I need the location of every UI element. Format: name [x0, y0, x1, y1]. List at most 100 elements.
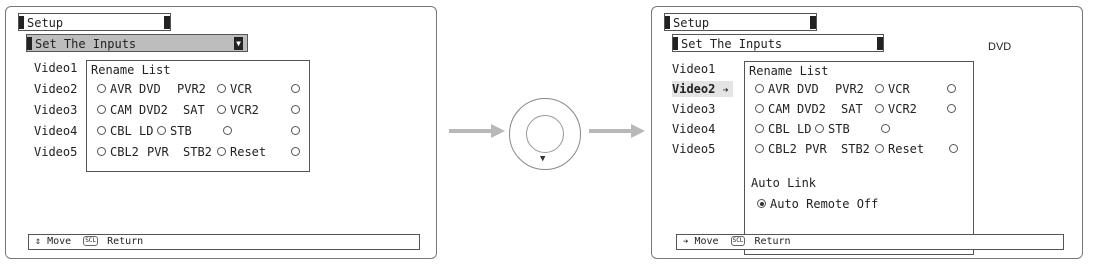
video-item-5[interactable]: Video5 [672, 141, 715, 157]
video-item-2[interactable]: Video2 [34, 81, 77, 97]
dropdown-icon[interactable]: ▼ [234, 37, 243, 50]
set-inputs-menu[interactable]: Set The Inputs [672, 34, 884, 52]
video-item-2-selected[interactable]: Video2 ➔ [672, 81, 733, 97]
header-right-marker [810, 16, 816, 29]
radio-icon[interactable] [755, 104, 764, 113]
return-label: Return [754, 236, 791, 247]
setup-header: Setup [18, 13, 171, 31]
rename-option[interactable]: STB2 [183, 145, 212, 159]
rename-option[interactable]: SAT [183, 103, 205, 117]
radio-icon[interactable] [97, 105, 106, 114]
rename-option[interactable]: DVD [797, 82, 819, 96]
video-item-2-label: Video2 [672, 82, 716, 96]
radio-selected-icon[interactable] [757, 199, 766, 208]
rename-option[interactable]: PVR2 [177, 82, 206, 96]
current-input-label: DVD [988, 41, 1012, 53]
rename-option[interactable]: CBL2 [768, 142, 797, 156]
header-left-marker [19, 16, 24, 29]
radio-icon[interactable] [881, 124, 890, 133]
video-item-3[interactable]: Video3 [34, 102, 77, 118]
rename-option[interactable]: VCR2 [230, 103, 259, 117]
radio-icon[interactable] [291, 84, 300, 93]
rename-option[interactable]: Reset [230, 145, 266, 159]
rename-option[interactable]: AVR [110, 82, 132, 96]
radio-icon[interactable] [291, 105, 300, 114]
radio-icon[interactable] [947, 84, 956, 93]
rename-option[interactable]: STB2 [841, 142, 870, 156]
auto-link-title: Auto Link [751, 176, 817, 190]
video-item-4[interactable]: Video4 [34, 123, 77, 139]
radio-icon[interactable] [949, 144, 958, 153]
rename-option[interactable]: CBL2 [110, 145, 139, 159]
radio-icon[interactable] [875, 104, 884, 113]
rename-option[interactable]: PVR2 [835, 82, 864, 96]
rename-list-title: Rename List [749, 64, 829, 78]
radio-icon[interactable] [157, 126, 166, 135]
rename-list-title: Rename List [91, 63, 171, 77]
rename-option[interactable]: CAM [768, 102, 790, 116]
auto-link-option-label: Auto Remote Off [770, 197, 879, 211]
remote-select-button [526, 115, 564, 153]
radio-icon[interactable] [97, 126, 106, 135]
rename-option[interactable]: DVD2 [139, 103, 168, 117]
select-key-icon: SCL [730, 236, 746, 246]
radio-icon[interactable] [875, 144, 884, 153]
rename-option[interactable]: STB [828, 122, 850, 136]
rename-option[interactable]: SAT [841, 102, 863, 116]
remote-down-arrow-icon: ▼ [540, 154, 546, 164]
rename-option[interactable]: LD [797, 122, 811, 136]
rename-option[interactable]: PVR [805, 142, 827, 156]
video-item-1[interactable]: Video1 [34, 60, 77, 76]
radio-icon[interactable] [217, 147, 226, 156]
right-arrow-icon [589, 124, 645, 138]
video-item-1[interactable]: Video1 [672, 61, 715, 77]
radio-icon[interactable] [755, 84, 764, 93]
header-left-marker [665, 16, 670, 29]
rename-option[interactable]: PVR [147, 145, 169, 159]
radio-icon[interactable] [875, 84, 884, 93]
radio-icon[interactable] [217, 84, 226, 93]
right-arrow-icon [449, 124, 505, 138]
rename-option[interactable]: CAM [110, 103, 132, 117]
video-item-3[interactable]: Video3 [672, 101, 715, 117]
radio-icon[interactable] [947, 104, 956, 113]
radio-icon[interactable] [97, 147, 106, 156]
radio-icon[interactable] [755, 144, 764, 153]
rename-option[interactable]: LD [139, 124, 153, 138]
rename-option[interactable]: VCR2 [888, 102, 917, 116]
rename-option[interactable]: CBL [110, 124, 132, 138]
auto-link-option[interactable]: Auto Remote Off [757, 197, 878, 211]
radio-icon[interactable] [97, 84, 106, 93]
left-tv-screen: Setup Set The Inputs ▼ Video1 Video2 Vid… [5, 6, 437, 259]
video-item-5[interactable]: Video5 [34, 144, 77, 160]
set-inputs-label: Set The Inputs [35, 37, 137, 51]
rename-option[interactable]: AVR [768, 82, 790, 96]
radio-icon[interactable] [815, 124, 824, 133]
radio-icon[interactable] [291, 126, 300, 135]
rename-option[interactable]: Reset [888, 142, 924, 156]
menu-right-marker [877, 37, 883, 50]
radio-icon[interactable] [217, 105, 226, 114]
menu-left-marker [673, 37, 678, 50]
setup-label: Setup [27, 16, 64, 30]
rename-option[interactable]: VCR [230, 82, 252, 96]
set-inputs-menu[interactable]: Set The Inputs ▼ [26, 34, 248, 52]
rename-list-popup: Rename List AVR DVD PVR2 VCR CAM DVD2 SA… [744, 61, 974, 255]
move-icon: ⇕ [35, 236, 42, 247]
rename-option[interactable]: VCR [888, 82, 910, 96]
rename-option[interactable]: CBL [768, 122, 790, 136]
setup-label: Setup [673, 16, 710, 30]
return-label: Return [107, 236, 144, 247]
radio-icon[interactable] [223, 126, 232, 135]
radio-icon[interactable] [291, 147, 300, 156]
rename-option[interactable]: DVD [139, 82, 161, 96]
video-item-4[interactable]: Video4 [672, 121, 715, 137]
radio-icon[interactable] [755, 124, 764, 133]
rename-option[interactable]: STB [170, 124, 192, 138]
menu-left-marker [27, 37, 32, 50]
rename-option[interactable]: DVD2 [797, 102, 826, 116]
set-inputs-label: Set The Inputs [681, 37, 783, 51]
move-label: Move [47, 236, 72, 247]
rename-list-popup: Rename List AVR DVD PVR2 VCR CAM DVD2 SA… [86, 60, 310, 172]
footer-bar: ➔ Move SCL Return [676, 234, 1064, 250]
